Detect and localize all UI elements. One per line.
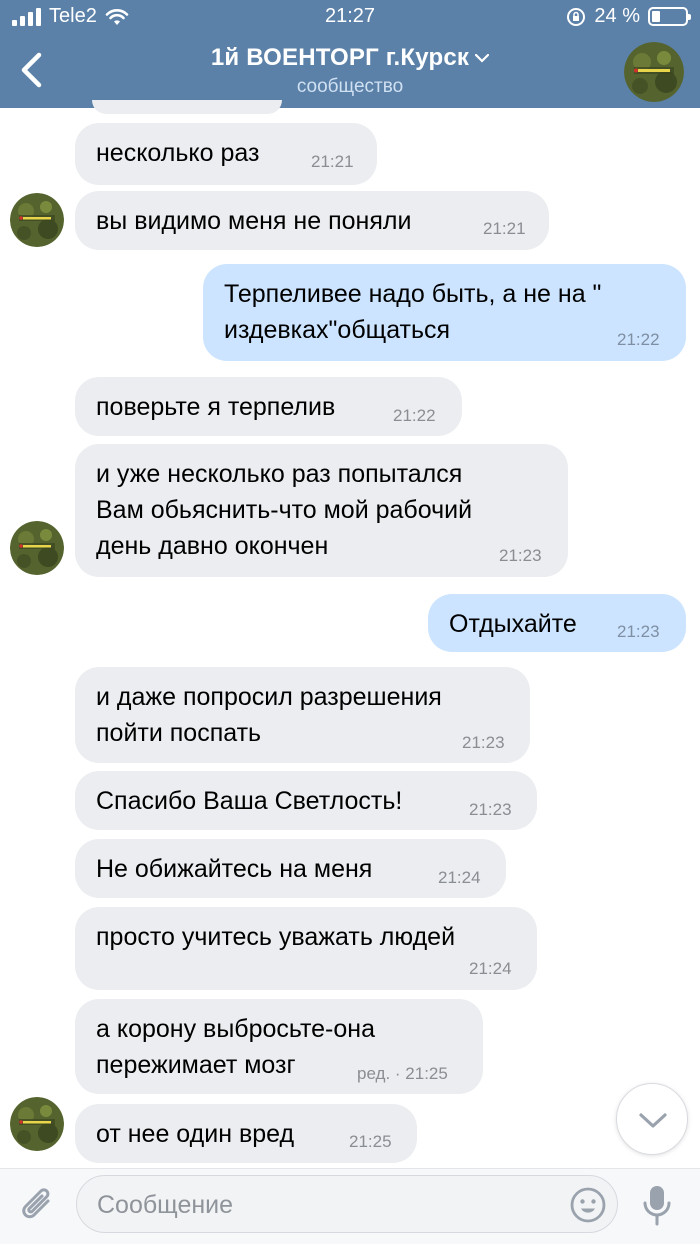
message-input[interactable]: Сообщение xyxy=(76,1175,618,1233)
message-time: 21:24 xyxy=(438,868,481,887)
battery-fill xyxy=(652,11,660,22)
message-incoming[interactable]: несколько раз 21:21 xyxy=(75,123,377,185)
message-partial xyxy=(92,100,282,114)
message-time: 21:22 xyxy=(393,406,436,425)
message-time: 21:23 xyxy=(469,800,512,819)
message-incoming[interactable]: от нее один вред 21:25 xyxy=(75,1104,417,1163)
message-text: Спасибо Ваша Светлость! xyxy=(96,787,403,815)
scroll-down-button[interactable] xyxy=(616,1083,688,1155)
message-time: 21:24 xyxy=(469,959,512,978)
microphone-icon[interactable] xyxy=(640,1183,674,1229)
chat-header: Tele2 21:27 24 % 1й ВОЕНТОРГ г.Курск соо… xyxy=(0,0,700,108)
message-time: ред. · 21:25 xyxy=(357,1064,448,1083)
message-text: вы видимо меня не поняли xyxy=(96,207,412,235)
message-incoming[interactable]: и даже попросил разрешения пойти поспать… xyxy=(75,667,530,763)
status-bar: Tele2 21:27 24 % xyxy=(0,0,700,34)
message-incoming[interactable]: Не обижайтесь на меня 21:24 xyxy=(75,839,506,898)
message-text: а корону выбросьте-она пережимает мозг xyxy=(96,1015,375,1079)
message-text: поверьте я терпелив xyxy=(96,393,336,421)
message-time: 21:21 xyxy=(311,152,354,171)
message-text: и уже несколько раз попытался Вам обьясн… xyxy=(96,460,473,560)
message-incoming[interactable]: вы видимо меня не поняли 21:21 xyxy=(75,191,549,250)
composer-bar: Сообщение xyxy=(0,1168,700,1244)
message-input-placeholder: Сообщение xyxy=(97,1191,234,1219)
smile-icon[interactable] xyxy=(569,1186,607,1224)
orientation-lock-icon xyxy=(567,7,586,26)
message-time: 21:23 xyxy=(617,622,660,641)
message-incoming[interactable]: и уже несколько раз попытался Вам обьясн… xyxy=(75,444,568,577)
message-text: Отдыхайте xyxy=(449,610,577,638)
message-time: 21:22 xyxy=(617,330,660,349)
battery-icon xyxy=(648,7,691,26)
message-time: 21:21 xyxy=(483,219,526,238)
chat-title-text: 1й ВОЕНТОРГ г.Курск xyxy=(210,44,470,71)
message-text: Не обижайтесь на меня xyxy=(96,855,373,883)
chevron-down-icon xyxy=(475,50,490,68)
message-time: 21:23 xyxy=(462,733,505,752)
message-text: от нее один вред xyxy=(96,1120,295,1148)
chat-title[interactable]: 1й ВОЕНТОРГ г.Курск xyxy=(0,44,700,72)
message-text: просто учитесь уважать людей xyxy=(96,923,456,951)
chevron-down-icon xyxy=(639,1113,667,1128)
chat-title-block[interactable]: 1й ВОЕНТОРГ г.Курск сообщество xyxy=(0,44,700,98)
status-right: 24 % xyxy=(566,5,691,28)
message-outgoing[interactable]: Терпеливее надо быть, а не на " издевках… xyxy=(203,264,686,361)
message-incoming[interactable]: просто учитесь уважать людей 21:24 xyxy=(75,907,537,990)
message-time: 21:23 xyxy=(499,546,542,565)
chat-screen: Tele2 21:27 24 % 1й ВОЕНТОРГ г.Курск соо… xyxy=(0,0,700,1244)
paperclip-icon[interactable] xyxy=(18,1185,58,1227)
message-text: и даже попросил разрешения пойти поспать xyxy=(96,683,442,747)
message-incoming[interactable]: а корону выбросьте-она пережимает мозг р… xyxy=(75,999,483,1094)
sender-avatar[interactable] xyxy=(10,1097,64,1151)
chat-subtitle: сообщество xyxy=(296,76,404,97)
message-incoming[interactable]: Спасибо Ваша Светлость! 21:23 xyxy=(75,771,537,830)
message-outgoing[interactable]: Отдыхайте 21:23 xyxy=(428,594,686,652)
battery-percent: 24 % xyxy=(594,5,640,27)
message-time: 21:25 xyxy=(349,1132,392,1151)
sender-avatar[interactable] xyxy=(10,193,64,247)
message-text: Терпеливее надо быть, а не на " издевках… xyxy=(224,280,602,344)
message-incoming[interactable]: поверьте я терпелив 21:22 xyxy=(75,377,462,436)
sender-avatar[interactable] xyxy=(10,521,64,575)
message-text: несколько раз xyxy=(96,139,260,167)
community-avatar[interactable] xyxy=(624,42,684,102)
